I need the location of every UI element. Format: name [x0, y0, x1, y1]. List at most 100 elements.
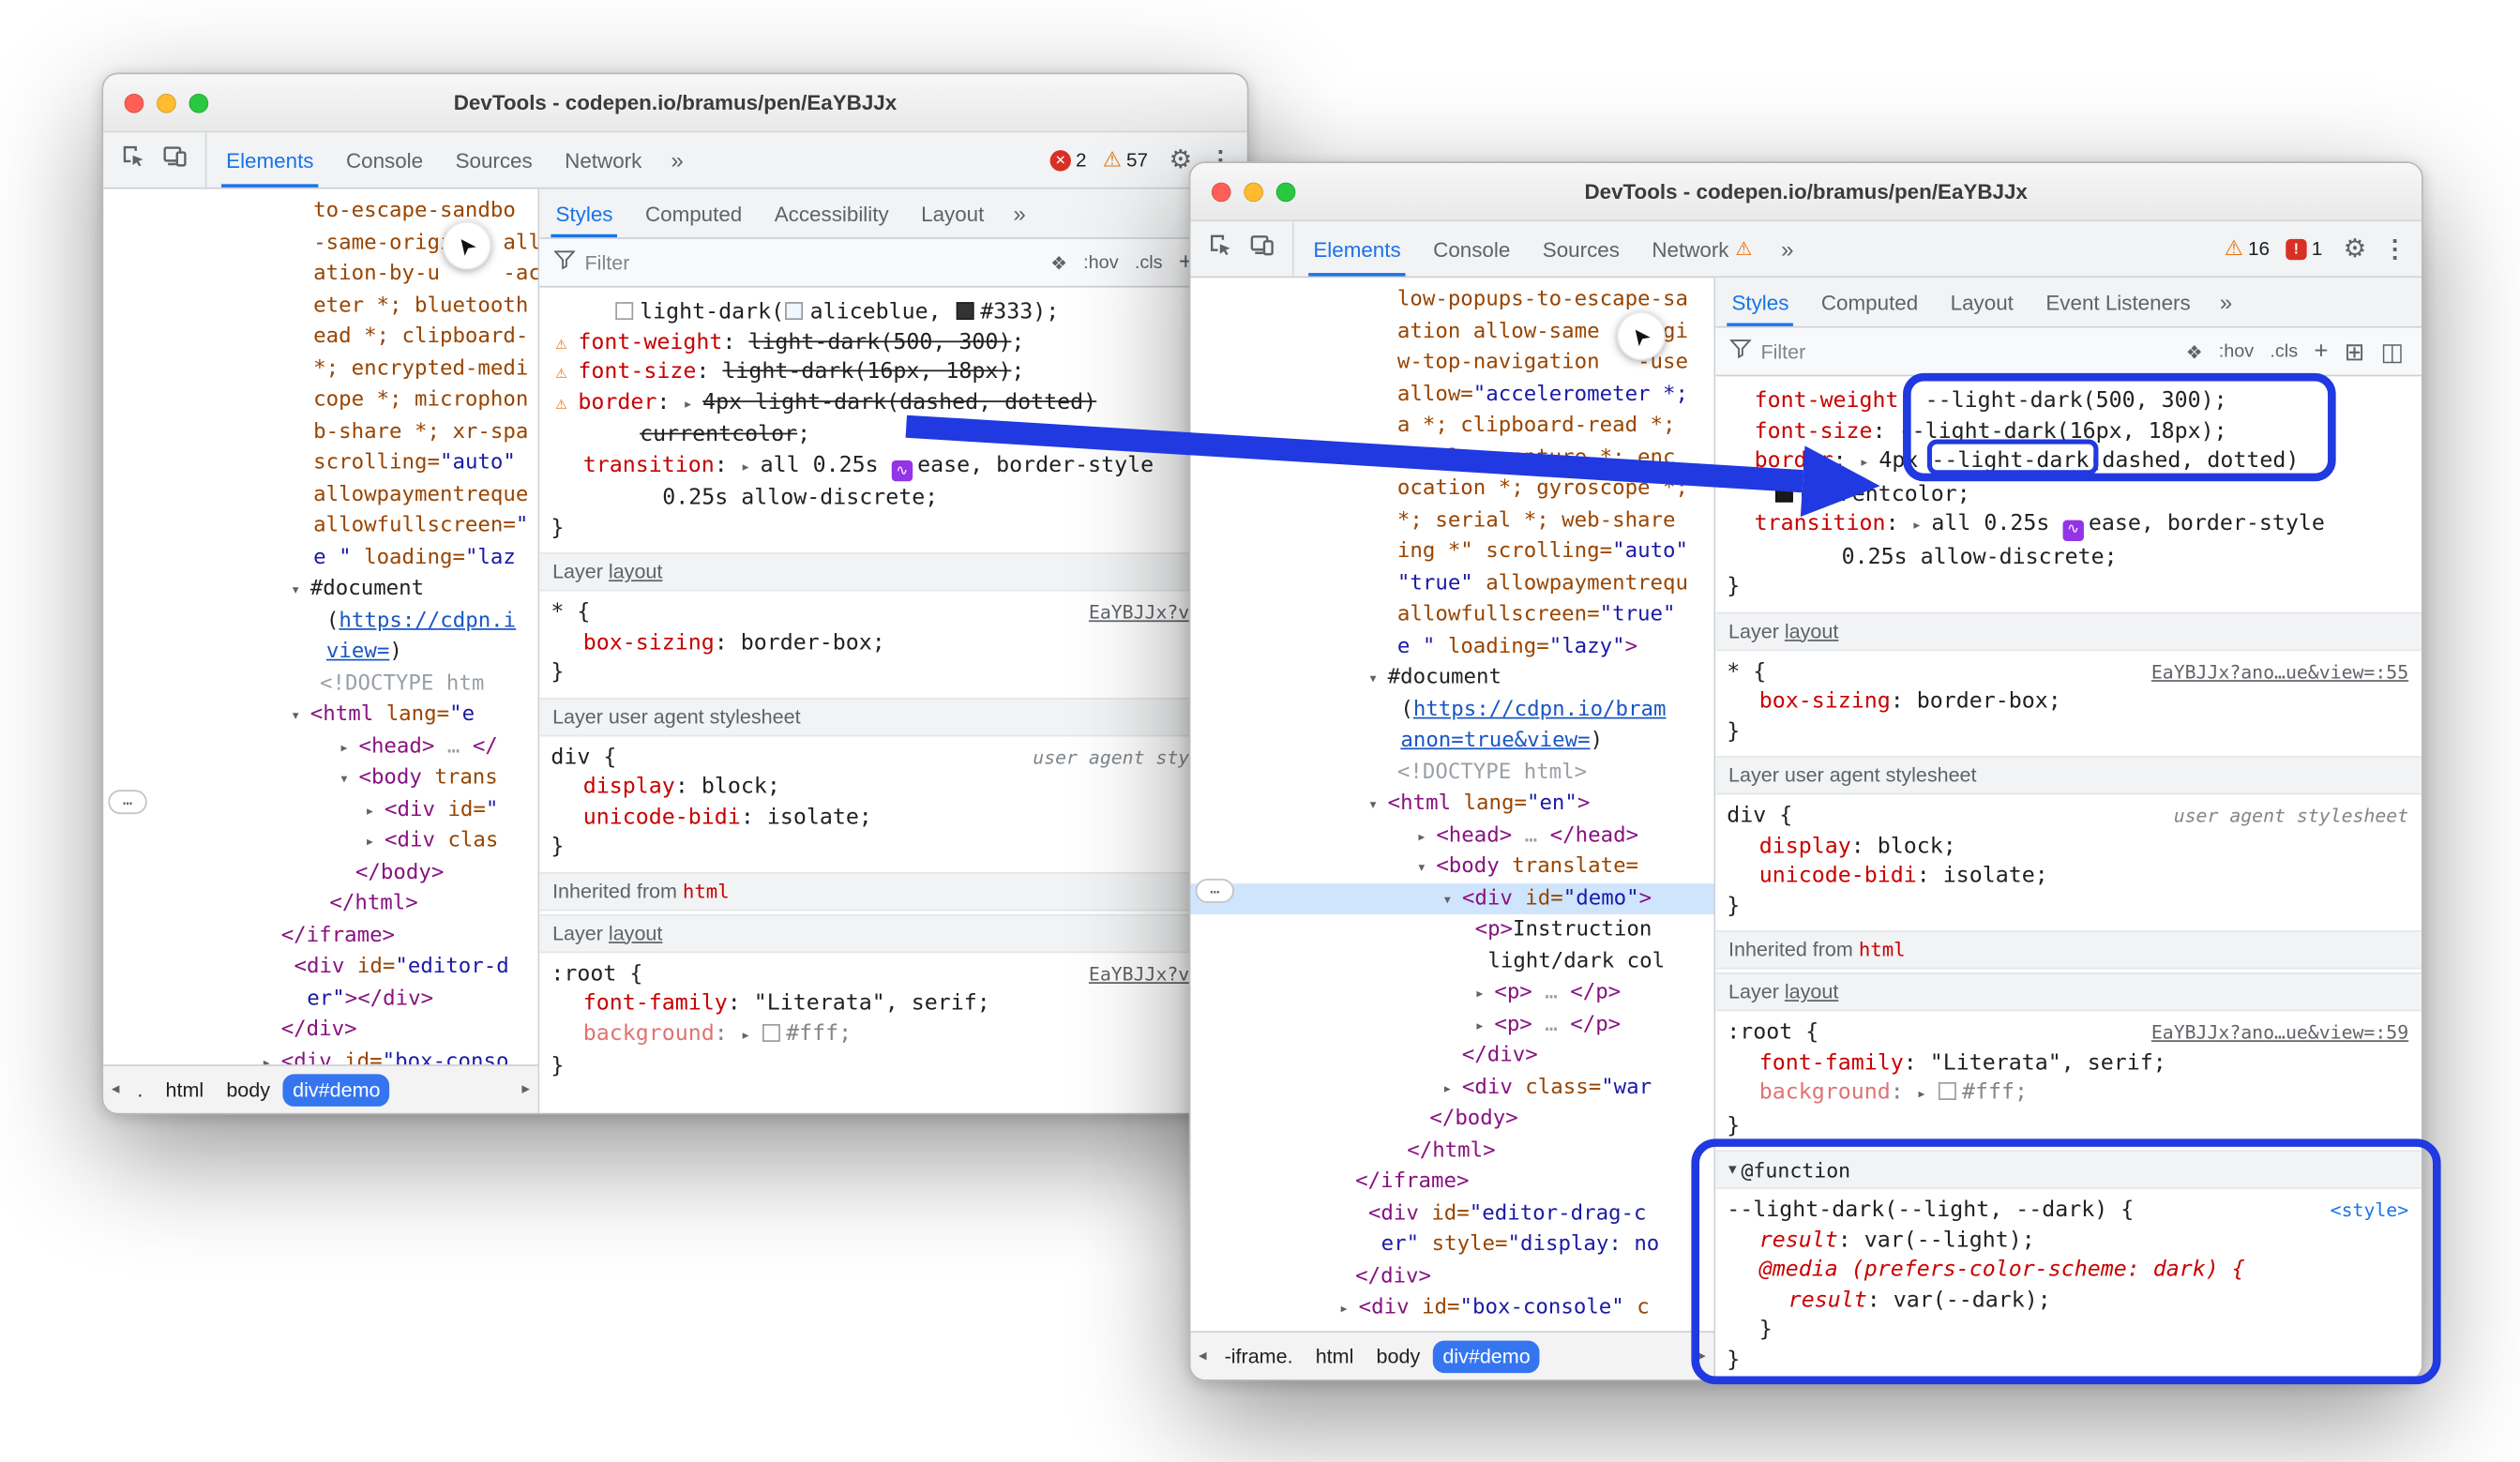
more-tabs-chevron[interactable]: » [2207, 278, 2245, 326]
cascade-layers-icon[interactable]: ❖ [2178, 340, 2211, 363]
style-declaration-row[interactable]: unicode-bidi: isolate; [539, 802, 1246, 832]
dom-tree-row[interactable]: ▸ <head> … </head> [1190, 820, 1713, 852]
dom-tree-row[interactable]: er" style="display: no [1190, 1229, 1713, 1261]
resource-link[interactable]: view= [326, 640, 389, 664]
style-declaration-row[interactable]: currentcolor; [539, 420, 1246, 450]
dom-tree-row[interactable]: ead *; clipboard- [103, 322, 537, 354]
breadcrumb-item-div-demo[interactable]: div#demo [283, 1074, 390, 1106]
style-declaration-row[interactable]: font-family: "Literata", serif; [1715, 1048, 2422, 1078]
close-button[interactable] [1212, 182, 1231, 202]
breadcrumb-item-div-demo[interactable]: div#demo [1433, 1340, 1540, 1372]
tab-elements[interactable]: Elements [210, 132, 330, 188]
style-declaration-row[interactable]: * {EaYBJJx?view= [539, 597, 1246, 627]
dom-tree-row[interactable]: ▾ #document [103, 573, 537, 605]
layer-link[interactable]: layout [609, 922, 662, 944]
style-declaration-row[interactable]: } [1715, 572, 2422, 602]
style-declaration-row[interactable]: light-dark(aliceblue, #333); [539, 297, 1246, 327]
breadcrumb-scroll-left-icon[interactable]: ◂ [103, 1080, 128, 1098]
source-link[interactable]: EaYBJJx?ano…ue&view=:59 [2151, 1021, 2408, 1044]
dom-tree-row[interactable]: light/dark col [1190, 945, 1713, 977]
breadcrumb-scroll-right-icon[interactable]: ▸ [514, 1080, 538, 1098]
dom-tree-row[interactable]: </iframe> [1190, 1167, 1713, 1198]
dom-tree-row[interactable]: b-share *; xr-spa [103, 416, 537, 448]
dom-tree-row[interactable]: ocation *; gyroscope *; [1190, 474, 1713, 505]
breadcrumb-item-html[interactable]: html [1305, 1340, 1363, 1372]
dom-tree-row[interactable]: allow="accelerometer *; [1190, 379, 1713, 411]
source-link[interactable]: EaYBJJx?ano…ue&view=:55 [2151, 660, 2408, 683]
style-declaration-row[interactable]: } [539, 832, 1246, 862]
zoom-button[interactable] [1276, 182, 1296, 202]
tab-event-listeners[interactable]: Event Listeners [2030, 278, 2207, 326]
style-declaration-row[interactable]: * {EaYBJJx?ano…ue&view=:55 [1715, 656, 2422, 686]
resource-link[interactable]: https://cdpn.i [339, 608, 516, 632]
dom-tree-row[interactable]: </body> [103, 857, 537, 889]
color-swatch[interactable] [1938, 1082, 1955, 1100]
breadcrumb-item-iframe[interactable]: -iframe. [1215, 1340, 1303, 1372]
dom-tree-row[interactable]: scrolling="auto" [103, 447, 537, 479]
titlebar[interactable]: DevTools - codepen.io/bramus/pen/EaYBJJx [103, 74, 1246, 132]
element-classes-button[interactable]: .cls [2262, 341, 2306, 361]
style-declaration-row[interactable]: :root {EaYBJJx?ano…ue&view=:59 [1715, 1017, 2422, 1048]
element-classes-button[interactable]: .cls [1126, 253, 1170, 273]
warn-badge[interactable]: ⚠57 [1098, 147, 1154, 173]
resource-link[interactable]: anon=true&view= [1400, 729, 1590, 753]
dom-tree-row[interactable]: (https://cdpn.i [103, 605, 537, 637]
tab-network[interactable]: Network [549, 132, 658, 188]
dom-tree-row[interactable]: <p>Instruction [1190, 914, 1713, 946]
tab-sources[interactable]: Sources [1527, 221, 1637, 277]
color-swatch[interactable] [762, 1023, 779, 1041]
dom-tree-row[interactable]: </body> [1190, 1103, 1713, 1135]
quick-styles-icon[interactable]: ⊞ [2336, 337, 2373, 366]
minimize-button[interactable] [157, 93, 176, 113]
titlebar[interactable]: DevTools - codepen.io/bramus/pen/EaYBJJx [1190, 163, 2421, 221]
dom-tree-row[interactable]: <div id="editor-drag-c [1190, 1198, 1713, 1229]
cascade-layers-icon[interactable]: ❖ [1043, 251, 1076, 274]
tab-styles[interactable]: Styles [539, 189, 628, 238]
dom-tree-row[interactable]: anon=true&view=) [1190, 725, 1713, 757]
dom-tree-row[interactable]: <!DOCTYPE htm [103, 668, 537, 700]
style-declaration-row[interactable]: currentcolor; [1715, 479, 2422, 509]
dom-tree-row[interactable]: low-popups-to-escape-sa [1190, 284, 1713, 316]
dom-tree-row[interactable]: allowfullscreen="true" [1190, 599, 1713, 631]
style-declaration-row[interactable]: :root {EaYBJJx?view= [539, 958, 1246, 988]
dom-tree-row[interactable]: view=) [103, 637, 537, 669]
toggle-element-state-button[interactable]: :hov [1076, 253, 1127, 273]
style-declaration-row[interactable]: background: ▸ #fff; [1715, 1078, 2422, 1110]
more-tabs-chevron[interactable]: » [658, 132, 697, 188]
color-swatch[interactable] [786, 302, 804, 320]
dom-tree-row[interactable]: ▸ <div id="box-console" c [1190, 1292, 1713, 1324]
tab-elements[interactable]: Elements [1297, 221, 1417, 277]
dom-tree-row[interactable]: e " loading="laz [103, 542, 537, 574]
style-declaration-row[interactable]: box-sizing: border-box; [1715, 686, 2422, 716]
styles-filter-input[interactable]: Filter [539, 250, 1042, 275]
warn-badge[interactable]: ⚠16 [2220, 235, 2275, 262]
color-swatch[interactable] [1775, 484, 1793, 502]
dom-tree-row[interactable]: ▾ #document [1190, 662, 1713, 694]
style-declaration-row[interactable]: 0.25s allow-discrete; [539, 483, 1246, 513]
style-declaration-row[interactable]: transition: ▸ all 0.25s ∿ease, border-st… [539, 450, 1246, 483]
settings-gear-icon[interactable]: ⚙ [2333, 221, 2376, 277]
dom-tree-row[interactable]: er"></div> [103, 983, 537, 1015]
dom-tree-row[interactable]: "true" allowpaymentrequ [1190, 567, 1713, 599]
style-declaration-row[interactable]: ⚠ border: ▸ 4px light-dark(dashed, dotte… [539, 387, 1246, 420]
dom-tree-row[interactable]: </div> [1190, 1040, 1713, 1072]
dom-tree-row[interactable]: <div id="editor-d [103, 952, 537, 984]
dom-tree-row[interactable]: ▾ <body translate= [1190, 852, 1713, 883]
dom-tree-row[interactable]: </iframe> [103, 920, 537, 952]
dom-tree-row[interactable]: ▸ <div clas [103, 825, 537, 857]
stylesheet-link[interactable]: <style> [2331, 1198, 2408, 1221]
layer-link[interactable]: layout [1785, 981, 1838, 1003]
dom-tree-row[interactable]: display-capture *; enc [1190, 442, 1713, 474]
new-style-rule-button[interactable]: + [2306, 338, 2336, 365]
tab-accessibility[interactable]: Accessibility [758, 189, 904, 238]
tab-console[interactable]: Console [330, 132, 440, 188]
style-declaration-row[interactable]: } [1715, 1110, 2422, 1140]
dom-tree-row[interactable]: ▸ <div id=" [103, 794, 537, 826]
device-toolbar-icon[interactable] [163, 143, 188, 175]
style-declaration-row[interactable]: unicode-bidi: isolate; [1715, 861, 2422, 891]
style-declaration-row[interactable]: } [539, 513, 1246, 543]
style-declaration-row[interactable]: font-size: --light-dark(16px, 18px); [1715, 416, 2422, 446]
issue-badge[interactable]: !1 [2281, 237, 2327, 260]
breadcrumb-scroll-right-icon[interactable]: ▸ [1690, 1348, 1714, 1365]
dom-tree-row[interactable]: allowpaymentreque [103, 479, 537, 511]
